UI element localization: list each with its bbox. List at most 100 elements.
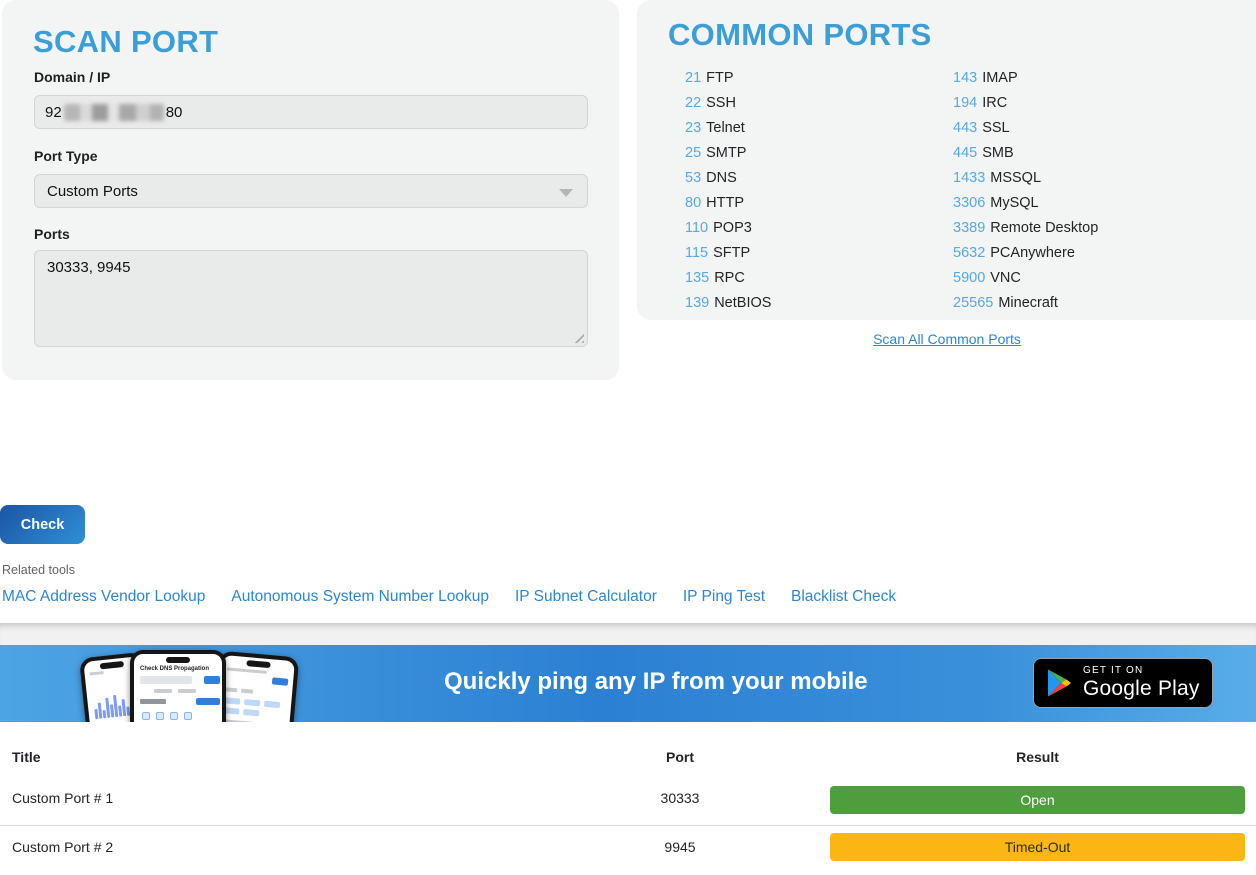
google-play-icon	[1046, 668, 1073, 698]
link-ip-ping-test[interactable]: IP Ping Test	[683, 588, 765, 606]
link-blacklist-check[interactable]: Blacklist Check	[791, 588, 896, 606]
port-name: Remote Desktop	[990, 220, 1098, 236]
table-row-port: 30333	[580, 790, 780, 806]
list-item[interactable]: 22 SSH	[685, 91, 771, 116]
list-item[interactable]: 23 Telnet	[685, 116, 771, 141]
list-item[interactable]: 25565Minecraft	[953, 291, 1098, 316]
port-name: FTP	[706, 70, 733, 86]
results-header-result: Result	[829, 749, 1246, 765]
scan-all-wrap: Scan All Common Ports	[637, 331, 1256, 349]
port-name: Minecraft	[998, 295, 1058, 311]
domain-ip-input[interactable]: 9280	[34, 95, 588, 129]
list-item[interactable]: 194 IRC	[953, 91, 1098, 116]
port-name: SSH	[706, 95, 736, 111]
common-ports-panel: COMMON PORTS 21 FTP 22 SSH 23 Telnet 25SMTP…	[637, 0, 1256, 320]
port-number: 110	[685, 220, 708, 236]
port-name: VNC	[990, 270, 1021, 286]
ports-value: 30333, 9945	[47, 259, 130, 276]
ports-label: Ports	[34, 226, 70, 242]
play-badge-google-play: Google Play	[1083, 677, 1200, 701]
google-play-badge[interactable]: GET IT ON Google Play	[1033, 658, 1213, 708]
list-item[interactable]: 135 RPC	[685, 266, 771, 291]
check-button[interactable]: Check	[0, 505, 85, 544]
resize-grip-icon[interactable]	[571, 330, 584, 343]
status-badge-timed-out: Timed-Out	[830, 833, 1245, 861]
port-number: 23	[685, 120, 701, 136]
port-number: 135	[685, 270, 709, 286]
port-name: SSL	[982, 120, 1009, 136]
list-item[interactable]: 143IMAP	[953, 66, 1098, 91]
list-item[interactable]: 21 FTP	[685, 66, 771, 91]
port-name: SMB	[982, 145, 1013, 161]
list-item[interactable]: 5632PCAnywhere	[953, 241, 1098, 266]
port-type-selected-value: Custom Ports	[47, 183, 138, 200]
list-item[interactable]: 5900 VNC	[953, 266, 1098, 291]
table-row-port: 9945	[580, 839, 780, 855]
list-item[interactable]: 139 NetBIOS	[685, 291, 771, 316]
port-number: 25	[685, 145, 701, 161]
port-name: SFTP	[713, 245, 750, 261]
ports-textarea[interactable]: 30333, 9945	[34, 250, 588, 347]
port-name: Telnet	[706, 120, 745, 136]
table-row-title: Custom Port # 2	[12, 839, 113, 855]
port-number: 3306	[953, 195, 985, 211]
port-name: POP3	[713, 220, 752, 236]
port-name: MSSQL	[990, 170, 1041, 186]
port-number: 194	[953, 95, 977, 111]
list-item[interactable]: 115 SFTP	[685, 241, 771, 266]
port-name: MySQL	[990, 195, 1038, 211]
list-item[interactable]: 80 HTTP	[685, 191, 771, 216]
play-badge-get-it-on: GET IT ON	[1083, 665, 1200, 676]
list-item[interactable]: 110 POP3	[685, 216, 771, 241]
port-name: PCAnywhere	[990, 245, 1075, 261]
table-row-title: Custom Port # 1	[12, 790, 113, 806]
port-type-select[interactable]: Custom Ports	[34, 174, 588, 208]
mobile-app-banner: Check DNS Propagation	[0, 645, 1256, 722]
port-number: 139	[685, 295, 709, 311]
port-number: 115	[685, 245, 708, 261]
port-number: 80	[685, 195, 701, 211]
port-number: 22	[685, 95, 701, 111]
domain-ip-value-suffix: 80	[166, 104, 183, 121]
list-item[interactable]: 1433 MSSQL	[953, 166, 1098, 191]
port-name: DNS	[706, 170, 737, 186]
port-name: RPC	[714, 270, 745, 286]
port-name: IMAP	[982, 70, 1017, 86]
port-number: 1433	[953, 170, 985, 186]
port-number: 53	[685, 170, 701, 186]
page-title: SCAN PORT	[33, 24, 218, 60]
row-divider	[0, 825, 1256, 826]
banner-headline: Quickly ping any IP from your mobile	[444, 668, 868, 696]
status-badge-open: Open	[830, 786, 1245, 814]
link-ip-subnet-calculator[interactable]: IP Subnet Calculator	[515, 588, 657, 606]
phone-mockup-center: Check DNS Propagation	[130, 650, 226, 722]
domain-ip-label: Domain / IP	[34, 69, 110, 85]
list-item[interactable]: 25SMTP	[685, 141, 771, 166]
list-item[interactable]: 443SSL	[953, 116, 1098, 141]
port-name: NetBIOS	[714, 295, 771, 311]
results-header-port: Port	[580, 749, 780, 765]
common-ports-column-1: 21 FTP 22 SSH 23 Telnet 25SMTP 53 DNS 80 HTTP…	[685, 66, 771, 316]
domain-ip-redacted-blur	[64, 104, 164, 121]
list-item[interactable]: 3389Remote Desktop	[953, 216, 1098, 241]
link-asn-lookup[interactable]: Autonomous System Number Lookup	[231, 588, 489, 606]
common-ports-column-2: 143IMAP 194 IRC 443SSL 445 SMB 1433 MSSQL 3…	[953, 66, 1098, 316]
list-item[interactable]: 3306 MySQL	[953, 191, 1098, 216]
port-number: 5900	[953, 270, 985, 286]
link-mac-address-vendor-lookup[interactable]: MAC Address Vendor Lookup	[2, 588, 205, 606]
common-ports-title: COMMON PORTS	[668, 17, 932, 53]
list-item[interactable]: 445 SMB	[953, 141, 1098, 166]
list-item[interactable]: 53 DNS	[685, 166, 771, 191]
chevron-down-icon	[559, 189, 573, 197]
port-name: IRC	[982, 95, 1007, 111]
port-number: 445	[953, 145, 977, 161]
phone-screen-title: Check DNS Propagation	[140, 666, 209, 672]
port-name: HTTP	[706, 195, 744, 211]
related-tools-label: Related tools	[2, 563, 75, 577]
related-tools-links: MAC Address Vendor Lookup Autonomous Sys…	[2, 588, 896, 606]
port-number: 21	[685, 70, 701, 86]
scan-port-panel: SCAN PORT Domain / IP 9280 Port Type Cus…	[2, 0, 619, 380]
results-header-title: Title	[12, 749, 41, 765]
scan-all-common-ports-link[interactable]: Scan All Common Ports	[873, 331, 1021, 347]
section-divider-strip	[0, 623, 1256, 645]
